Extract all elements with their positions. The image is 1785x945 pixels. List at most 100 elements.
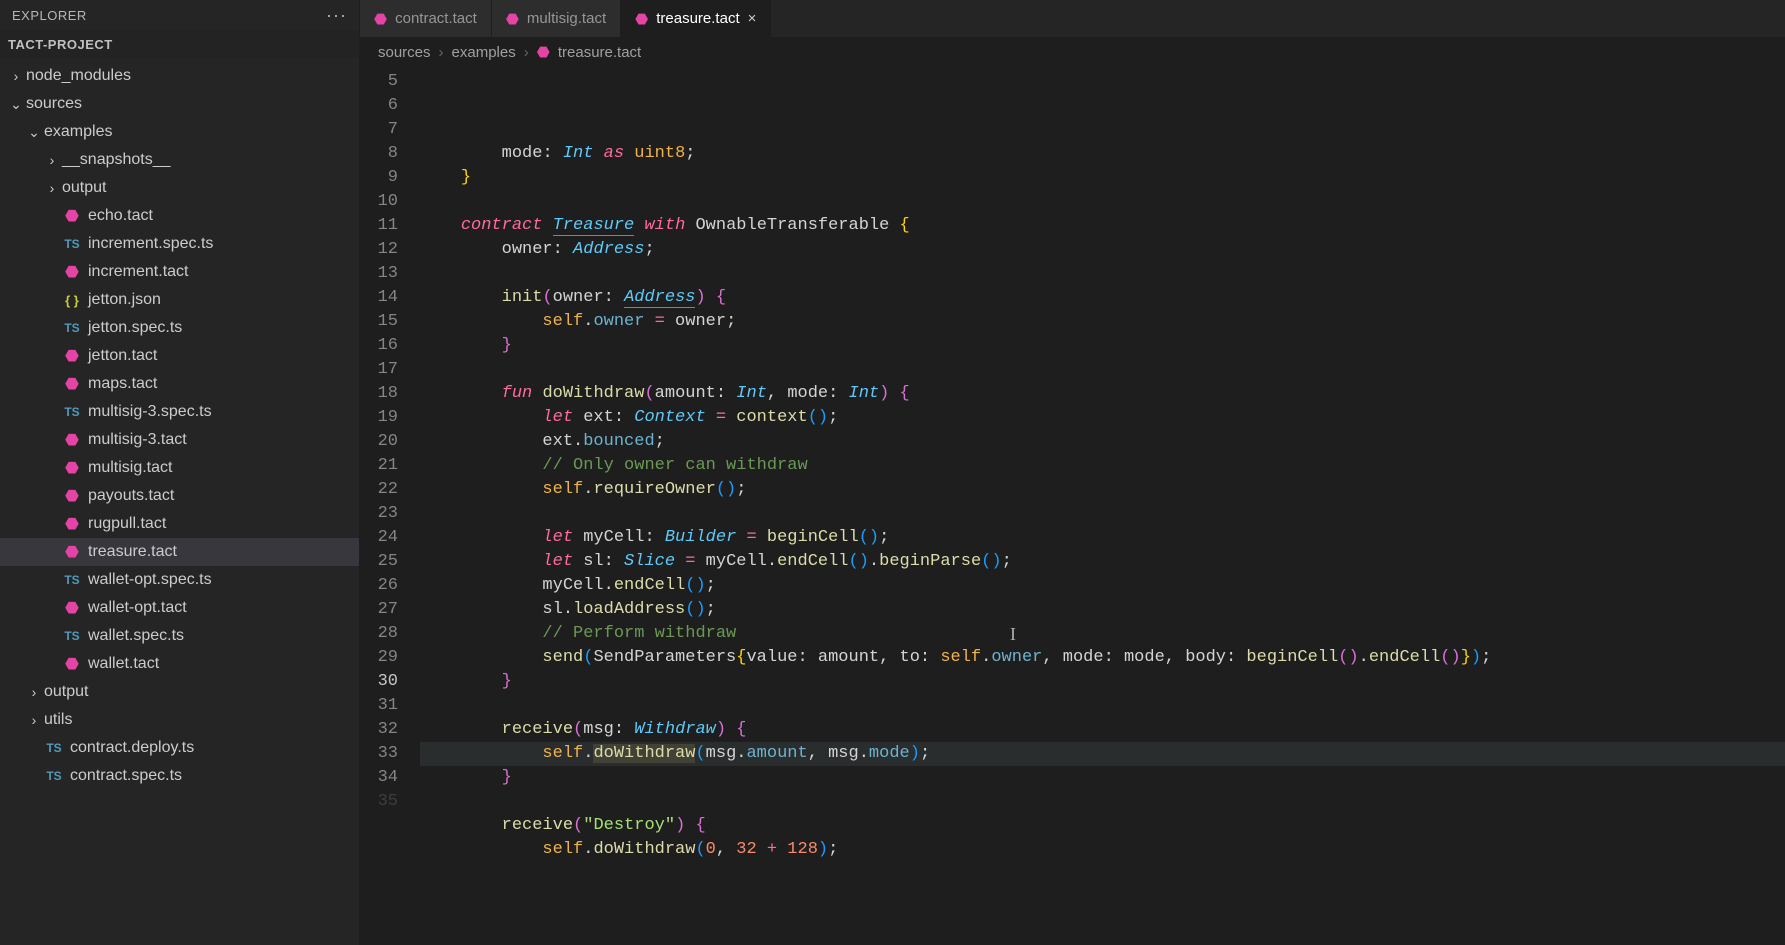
- tree-file[interactable]: ⬣multisig.tact: [0, 454, 359, 482]
- tree-file[interactable]: ⬣echo.tact: [0, 202, 359, 230]
- tree-file[interactable]: ⬣rugpull.tact: [0, 510, 359, 538]
- code-line[interactable]: // Only owner can withdraw: [420, 454, 1785, 478]
- line-number[interactable]: 23: [360, 502, 398, 526]
- line-number[interactable]: 27: [360, 598, 398, 622]
- tree-file[interactable]: TSwallet.spec.ts: [0, 622, 359, 650]
- sidebar-actions-icon[interactable]: ···: [326, 5, 347, 26]
- tree-folder[interactable]: ⌄examples: [0, 118, 359, 146]
- code-line[interactable]: self.doWithdraw(0, 32 + 128);: [420, 838, 1785, 862]
- code-line[interactable]: let myCell: Builder = beginCell();: [420, 526, 1785, 550]
- code-line[interactable]: }: [420, 334, 1785, 358]
- editor-tab[interactable]: ⬣contract.tact: [360, 0, 492, 37]
- code-line[interactable]: receive("Destroy") {: [420, 814, 1785, 838]
- code-line[interactable]: self.requireOwner();: [420, 478, 1785, 502]
- line-number[interactable]: 19: [360, 406, 398, 430]
- line-number[interactable]: 34: [360, 766, 398, 790]
- tree-label: output: [44, 683, 88, 701]
- tree-folder[interactable]: ›output: [0, 678, 359, 706]
- code-line[interactable]: [420, 502, 1785, 526]
- code-line[interactable]: init(owner: Address) {: [420, 286, 1785, 310]
- code-line[interactable]: // Perform withdraw: [420, 622, 1785, 646]
- tree-file[interactable]: TSwallet-opt.spec.ts: [0, 566, 359, 594]
- tree-file[interactable]: ⬣wallet-opt.tact: [0, 594, 359, 622]
- code-line[interactable]: let sl: Slice = myCell.endCell().beginPa…: [420, 550, 1785, 574]
- line-number[interactable]: 30: [360, 670, 398, 694]
- line-number[interactable]: 7: [360, 118, 398, 142]
- tree-file[interactable]: { }jetton.json: [0, 286, 359, 314]
- tree-file[interactable]: TSmultisig-3.spec.ts: [0, 398, 359, 426]
- line-number[interactable]: 14: [360, 286, 398, 310]
- project-label[interactable]: TACT-PROJECT: [0, 30, 359, 58]
- code-line[interactable]: mode: Int as uint8;: [420, 142, 1785, 166]
- tree-file[interactable]: ⬣jetton.tact: [0, 342, 359, 370]
- code-line[interactable]: myCell.endCell();: [420, 574, 1785, 598]
- tree-folder[interactable]: ›__snapshots__: [0, 146, 359, 174]
- code-line[interactable]: [420, 790, 1785, 814]
- editor-tab[interactable]: ⬣multisig.tact: [492, 0, 621, 37]
- code-line[interactable]: [420, 358, 1785, 382]
- tree-file[interactable]: ⬣maps.tact: [0, 370, 359, 398]
- code-line[interactable]: owner: Address;: [420, 238, 1785, 262]
- line-number[interactable]: 9: [360, 166, 398, 190]
- breadcrumb-item[interactable]: sources: [378, 44, 431, 61]
- tree-file[interactable]: TScontract.spec.ts: [0, 762, 359, 790]
- tree-folder[interactable]: ›utils: [0, 706, 359, 734]
- editor[interactable]: 5678910111213141516171819202122232425262…: [360, 66, 1785, 945]
- tree-folder[interactable]: ⌄sources: [0, 90, 359, 118]
- tree-file[interactable]: TSjetton.spec.ts: [0, 314, 359, 342]
- code-line[interactable]: [420, 694, 1785, 718]
- tree-folder[interactable]: ›node_modules: [0, 62, 359, 90]
- close-icon[interactable]: ×: [748, 10, 757, 27]
- tree-label: jetton.spec.ts: [88, 319, 182, 337]
- line-number[interactable]: 6: [360, 94, 398, 118]
- line-number[interactable]: 32: [360, 718, 398, 742]
- code-area[interactable]: I mode: Int as uint8; } contract Treasur…: [420, 66, 1785, 945]
- code-line[interactable]: ext.bounced;: [420, 430, 1785, 454]
- code-line[interactable]: self.owner = owner;: [420, 310, 1785, 334]
- line-number[interactable]: 13: [360, 262, 398, 286]
- breadcrumb-item[interactable]: examples: [452, 44, 516, 61]
- tree-file[interactable]: ⬣multisig-3.tact: [0, 426, 359, 454]
- tree-file[interactable]: ⬣increment.tact: [0, 258, 359, 286]
- code-line[interactable]: [420, 262, 1785, 286]
- code-line[interactable]: [420, 190, 1785, 214]
- code-line[interactable]: fun doWithdraw(amount: Int, mode: Int) {: [420, 382, 1785, 406]
- line-number[interactable]: 17: [360, 358, 398, 382]
- line-number[interactable]: 22: [360, 478, 398, 502]
- code-line[interactable]: }: [420, 766, 1785, 790]
- code-line[interactable]: sl.loadAddress();: [420, 598, 1785, 622]
- code-line[interactable]: }: [420, 670, 1785, 694]
- code-line[interactable]: let ext: Context = context();: [420, 406, 1785, 430]
- line-number[interactable]: 25: [360, 550, 398, 574]
- tree-file[interactable]: TSincrement.spec.ts: [0, 230, 359, 258]
- tree-file[interactable]: TScontract.deploy.ts: [0, 734, 359, 762]
- tree-folder[interactable]: ›output: [0, 174, 359, 202]
- breadcrumb-item[interactable]: treasure.tact: [558, 44, 641, 61]
- line-number[interactable]: 29: [360, 646, 398, 670]
- tree-file[interactable]: ⬣payouts.tact: [0, 482, 359, 510]
- code-line[interactable]: send(SendParameters{value: amount, to: s…: [420, 646, 1785, 670]
- line-number[interactable]: 8: [360, 142, 398, 166]
- gutter: 5678910111213141516171819202122232425262…: [360, 66, 420, 945]
- line-number[interactable]: 15: [360, 310, 398, 334]
- line-number[interactable]: 20: [360, 430, 398, 454]
- editor-tab[interactable]: ⬣treasure.tact×: [621, 0, 771, 37]
- code-line[interactable]: }: [420, 166, 1785, 190]
- line-number[interactable]: 18: [360, 382, 398, 406]
- line-number[interactable]: 24: [360, 526, 398, 550]
- line-number[interactable]: 16: [360, 334, 398, 358]
- code-line[interactable]: self.doWithdraw(msg.amount, msg.mode);: [420, 742, 1785, 766]
- line-number[interactable]: 26: [360, 574, 398, 598]
- line-number[interactable]: 31: [360, 694, 398, 718]
- line-number[interactable]: 12: [360, 238, 398, 262]
- tree-file[interactable]: ⬣treasure.tact: [0, 538, 359, 566]
- line-number[interactable]: 5: [360, 70, 398, 94]
- line-number[interactable]: 28: [360, 622, 398, 646]
- code-line[interactable]: receive(msg: Withdraw) {: [420, 718, 1785, 742]
- code-line[interactable]: contract Treasure with OwnableTransferab…: [420, 214, 1785, 238]
- line-number[interactable]: 11: [360, 214, 398, 238]
- line-number[interactable]: 10: [360, 190, 398, 214]
- line-number[interactable]: 21: [360, 454, 398, 478]
- line-number[interactable]: 33: [360, 742, 398, 766]
- tree-file[interactable]: ⬣wallet.tact: [0, 650, 359, 678]
